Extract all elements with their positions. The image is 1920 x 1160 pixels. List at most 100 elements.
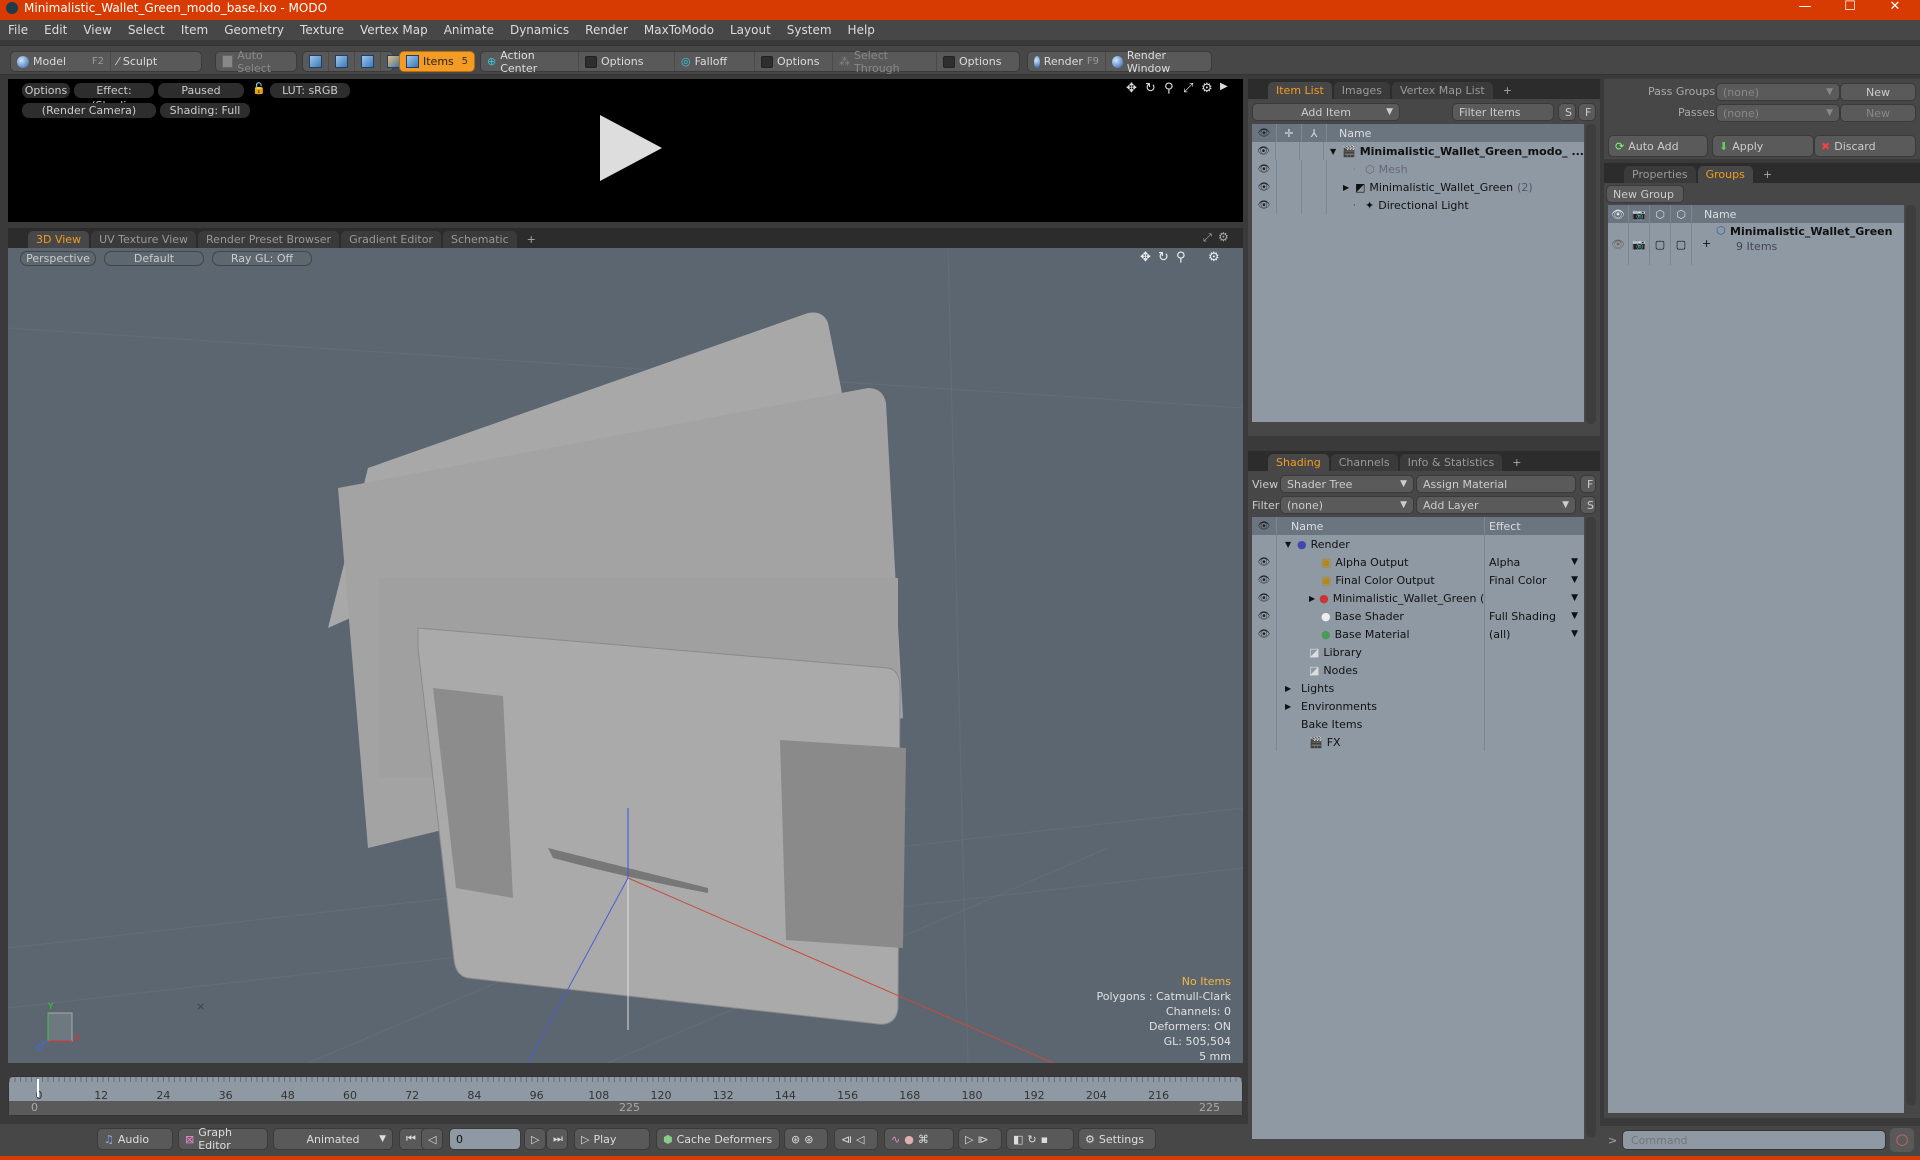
tab-properties[interactable]: Properties [1624,166,1696,183]
items-mode-button[interactable]: Items 5 [399,51,475,72]
visibility-cell[interactable] [1252,733,1277,751]
effect-dropdown[interactable]: Final Color ▼ [1485,571,1584,589]
menu-view[interactable]: View [75,23,119,37]
menu-render[interactable]: Render [577,23,636,37]
shader-tree-row[interactable]: ▼ ● Render [1252,535,1584,553]
lock-icon[interactable]: 🔓 [252,82,266,95]
menu-animate[interactable]: Animate [436,23,502,37]
tab-info-statistics[interactable]: Info & Statistics [1399,454,1503,471]
visibility-cell[interactable] [1252,715,1277,733]
minimize-button[interactable]: — [1785,0,1825,16]
visibility-toggle-icon[interactable]: 👁 [1252,589,1277,607]
zoom-icon[interactable]: ⚲ [1164,81,1174,96]
rotate-icon[interactable]: ↻ [1145,81,1156,96]
auto-add-button[interactable]: ⟳ Auto Add [1608,135,1708,157]
tab-uv-texture-view[interactable]: UV Texture View [91,231,197,248]
menu-item[interactable]: Item [173,23,216,37]
key-upload-group[interactable]: ⊛ ⊛ [784,1128,828,1150]
projection-dropdown[interactable]: Perspective [20,251,96,266]
render-button[interactable]: Render F9 [1028,52,1106,71]
visibility-cell[interactable] [1252,535,1277,553]
shader-tree-row[interactable]: ▶ Environments [1252,697,1584,715]
lock-column-icon[interactable]: ✛ [1277,124,1302,142]
transform-cell[interactable] [1302,196,1327,214]
raygl-dropdown[interactable]: Ray GL: Off [212,251,312,266]
visibility-toggle-icon[interactable]: 👁 [1252,553,1277,571]
name-column-header[interactable]: Name [1692,208,1736,221]
effect-column-header[interactable]: Effect [1485,520,1521,533]
visibility-cell[interactable] [1252,697,1277,715]
menu-select[interactable]: Select [120,23,173,37]
apply-button[interactable]: ⬇ Apply [1712,135,1814,157]
menu-texture[interactable]: Texture [292,23,352,37]
key-nav-group[interactable]: ⧏ ◁ [834,1128,878,1150]
cache-deformers-button[interactable]: ⬢ Cache Deformers [656,1128,780,1150]
f-button[interactable]: F [1580,475,1596,493]
shading-dropdown[interactable]: Shading: Full [160,103,250,118]
close-button[interactable]: ✕ [1875,0,1915,16]
select-column-icon[interactable]: ⬡ [1671,205,1692,223]
key-nav-end-group[interactable]: ▷ ⧐ [958,1128,1002,1150]
expand-plus-icon[interactable]: + [1702,237,1711,250]
add-tab-button[interactable]: + [1755,166,1780,183]
model-button[interactable]: Model F2 [11,52,111,71]
transform-column-icon[interactable]: ⅄ [1302,124,1327,142]
menu-layout[interactable]: Layout [722,23,779,37]
style-dropdown[interactable]: Default [104,251,204,266]
audio-button[interactable]: ♫ Audio [97,1128,173,1150]
falloff-button[interactable]: ◎ Falloff [675,52,755,71]
list-item[interactable]: 👁 ▶ ◩ Minimalistic_Wallet_Green (2) [1252,178,1584,196]
visibility-cell[interactable] [1252,679,1277,697]
effect-dropdown[interactable]: Alpha ▼ [1485,553,1584,571]
falloff-options-button[interactable]: Options [755,52,833,71]
new-pass-button[interactable]: New [1840,104,1916,122]
key-tools-group[interactable]: ◧ ↻ ▪ [1006,1128,1074,1150]
maximize-button[interactable]: ☐ [1830,0,1870,16]
command-input[interactable] [1622,1130,1886,1150]
range-bar[interactable]: 0 225 225 [9,1101,1242,1115]
menu-vertex-map[interactable]: Vertex Map [352,23,436,37]
go-to-end-button[interactable]: ⏭ [546,1128,568,1150]
next-key-button[interactable]: ▷ [524,1128,546,1150]
render-window-button[interactable]: Render Window [1106,49,1211,75]
assign-material-input[interactable]: Assign Material [1416,475,1576,493]
tab-channels[interactable]: Channels [1330,454,1398,471]
current-frame-marker[interactable] [37,1079,39,1097]
record-macro-button[interactable]: ○ [1890,1128,1914,1152]
transform-cell[interactable] [1302,178,1327,196]
list-item[interactable]: 👁 · ⬡ Mesh [1252,160,1584,178]
animation-mode-dropdown[interactable]: Animated ▼ [273,1128,393,1150]
frame-input[interactable]: 0 [449,1128,521,1150]
visibility-column-icon[interactable]: 👁 [1252,124,1277,142]
lock-cell[interactable] [1276,142,1300,160]
graph-editor-button[interactable]: ⊠ Graph Editor [178,1126,268,1152]
tab-schematic[interactable]: Schematic [443,231,517,248]
sculpt-button[interactable]: ⁄ Sculpt [111,52,163,71]
view-dropdown[interactable]: Shader Tree ▼ [1280,475,1414,493]
new-group-button[interactable]: New Group [1606,185,1684,203]
action-center-options-button[interactable]: Options [579,52,675,71]
lock-cell[interactable] [1277,178,1302,196]
lock-toggle[interactable]: ▢ [1650,223,1671,265]
select-toggle[interactable]: ▢ [1671,223,1692,265]
filter-items-input[interactable]: Filter Items [1452,103,1554,121]
shader-tree-row[interactable]: 👁 ▶ ● Minimalistic_Wallet_Green ( ... ▼ [1252,589,1584,607]
settings-button[interactable]: ⚙ Settings [1078,1128,1156,1150]
play-icon[interactable] [600,115,662,181]
add-item-dropdown[interactable]: Add Item ▼ [1252,103,1400,121]
visibility-cell[interactable] [1252,661,1277,679]
shader-tree-row[interactable]: ▶ Lights [1252,679,1584,697]
vertices-mode-button[interactable] [303,52,329,71]
visibility-cell[interactable] [1252,643,1277,661]
lut-dropdown[interactable]: LUT: sRGB [270,83,350,98]
select-through-button[interactable]: ⁂ Select Through [833,49,937,75]
expand-arrow-icon[interactable]: ▶ [1285,684,1293,693]
polygons-mode-button[interactable] [355,52,381,71]
shader-tree-row[interactable]: Bake Items [1252,715,1584,733]
visibility-toggle-icon[interactable]: 👁 [1252,607,1277,625]
select-through-options-button[interactable]: Options [937,52,1007,71]
effect-dropdown[interactable]: Effect: (Shadi... [74,83,154,112]
prev-key-button[interactable]: ◁ [421,1128,443,1150]
name-column-header[interactable]: Name [1327,127,1371,140]
expand-arrow-icon[interactable]: ▶ [1285,702,1293,711]
